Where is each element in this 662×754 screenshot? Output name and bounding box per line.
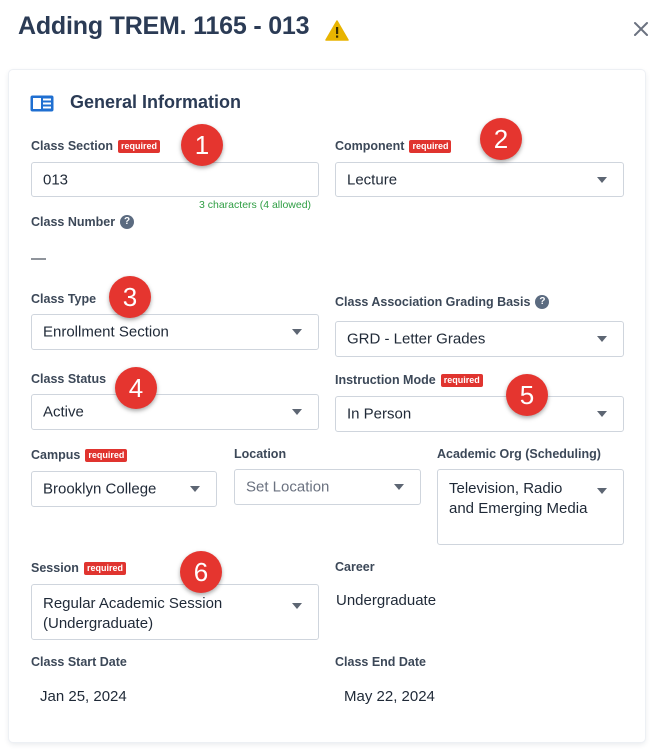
class-section-char-hint: 3 characters (4 allowed) bbox=[199, 199, 312, 211]
component-select[interactable]: Lecture bbox=[335, 162, 624, 197]
annotation-badge-3: 3 bbox=[109, 276, 151, 318]
close-icon[interactable] bbox=[630, 18, 652, 40]
academic-org-select[interactable]: Television, Radio and Emerging Media bbox=[437, 469, 624, 545]
chevron-down-icon bbox=[597, 336, 607, 342]
location-select[interactable]: Set Location bbox=[234, 469, 421, 505]
session-label: Session required bbox=[31, 561, 126, 575]
career-label-text: Career bbox=[335, 560, 375, 574]
end-date-label: Class End Date bbox=[335, 655, 426, 669]
class-status-value: Active bbox=[43, 403, 84, 421]
instruction-mode-value: In Person bbox=[347, 405, 412, 423]
annotation-badge-1: 1 bbox=[181, 124, 223, 166]
start-date-value: Jan 25, 2024 bbox=[40, 688, 127, 705]
component-value: Lecture bbox=[347, 171, 398, 188]
class-type-select[interactable]: Enrollment Section bbox=[31, 314, 319, 350]
required-badge: required bbox=[83, 561, 126, 575]
class-section-label: Class Section required bbox=[31, 139, 160, 153]
end-date-value: May 22, 2024 bbox=[344, 688, 435, 705]
chevron-down-icon bbox=[292, 329, 302, 335]
chevron-down-icon bbox=[597, 176, 607, 183]
location-label-text: Location bbox=[234, 447, 287, 461]
academic-org-value: Television, Radio and Emerging Media bbox=[449, 480, 588, 517]
class-number-label: Class Number ? bbox=[31, 215, 135, 229]
class-status-select[interactable]: Active bbox=[31, 394, 319, 430]
required-badge: required bbox=[409, 139, 452, 153]
warning-triangle-icon bbox=[325, 20, 349, 41]
annotation-badge-5: 5 bbox=[506, 374, 548, 416]
grading-basis-label: Class Association Grading Basis ? bbox=[335, 295, 550, 309]
class-type-label: Class Type bbox=[31, 292, 96, 306]
session-select[interactable]: Regular Academic Session (Undergraduate) bbox=[31, 584, 319, 640]
chevron-down-icon bbox=[190, 486, 200, 492]
instruction-mode-label-text: Instruction Mode bbox=[335, 373, 436, 387]
class-number-value: — bbox=[31, 250, 46, 267]
book-open-icon bbox=[30, 95, 54, 112]
component-label: Component required bbox=[335, 139, 452, 153]
grading-basis-select[interactable]: GRD - Letter Grades bbox=[335, 321, 624, 357]
section-title: General Information bbox=[70, 92, 242, 112]
chevron-down-icon bbox=[292, 603, 302, 609]
required-badge: required bbox=[440, 373, 483, 387]
instruction-mode-select[interactable]: In Person bbox=[335, 396, 624, 432]
career-value: Undergraduate bbox=[336, 592, 437, 609]
campus-value: Brooklyn College bbox=[43, 480, 157, 498]
session-label-text: Session bbox=[31, 561, 79, 575]
required-badge: required bbox=[85, 448, 128, 462]
annotation-badge-4: 4 bbox=[115, 367, 157, 409]
grading-basis-value: GRD - Letter Grades bbox=[347, 330, 486, 348]
component-label-text: Component bbox=[335, 139, 405, 153]
annotation-badge-6: 6 bbox=[180, 551, 222, 593]
chevron-down-icon bbox=[597, 411, 607, 417]
dialog-title: Adding TREM. 1165 - 013 bbox=[18, 12, 310, 40]
class-section-input[interactable]: 013 bbox=[31, 162, 319, 197]
start-date-label-text: Class Start Date bbox=[31, 655, 127, 669]
chevron-down-icon bbox=[292, 409, 302, 415]
grading-basis-label-text: Class Association Grading Basis bbox=[335, 295, 531, 309]
instruction-mode-label: Instruction Mode required bbox=[335, 373, 483, 387]
help-icon[interactable]: ? bbox=[120, 215, 135, 229]
help-icon[interactable]: ? bbox=[535, 295, 550, 309]
class-section-label-text: Class Section bbox=[31, 139, 113, 153]
academic-org-label: Academic Org (Scheduling) bbox=[437, 447, 601, 461]
class-number-label-text: Class Number bbox=[31, 215, 116, 229]
location-placeholder: Set Location bbox=[246, 478, 330, 496]
required-badge: required bbox=[117, 139, 160, 153]
class-type-label-text: Class Type bbox=[31, 292, 97, 306]
start-date-label: Class Start Date bbox=[31, 655, 127, 669]
class-status-label: Class Status bbox=[31, 372, 106, 386]
dialog-header: Adding TREM. 1165 - 013 bbox=[0, 0, 662, 64]
location-label: Location bbox=[234, 447, 286, 461]
campus-select[interactable]: Brooklyn College bbox=[31, 471, 217, 507]
campus-label-text: Campus bbox=[31, 448, 81, 462]
chevron-down-icon bbox=[597, 488, 607, 494]
session-value: Regular Academic Session (Undergraduate) bbox=[43, 595, 223, 632]
academic-org-label-text: Academic Org (Scheduling) bbox=[437, 447, 601, 461]
chevron-down-icon bbox=[394, 484, 404, 490]
class-status-label-text: Class Status bbox=[31, 372, 107, 386]
class-section-value: 013 bbox=[43, 171, 69, 188]
annotation-badge-2: 2 bbox=[480, 118, 522, 160]
end-date-label-text: Class End Date bbox=[335, 655, 427, 669]
career-label: Career bbox=[335, 560, 375, 574]
class-type-value: Enrollment Section bbox=[43, 323, 169, 341]
campus-label: Campus required bbox=[31, 448, 128, 462]
